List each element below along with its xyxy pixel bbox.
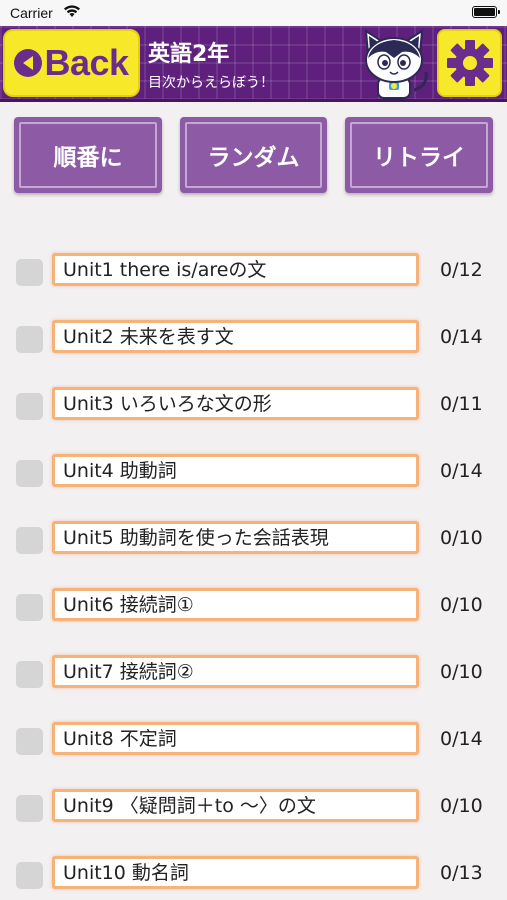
order-mode-button[interactable]: 順番に: [14, 117, 162, 193]
list-item: Unit9 〈疑問詞＋to 〜〉の文 0/10: [0, 789, 507, 829]
unit-title-button[interactable]: Unit5 助動詞を使った会話表現: [52, 521, 419, 554]
list-item: Unit8 不定詞 0/14: [0, 722, 507, 762]
unit-title-button[interactable]: Unit1 there is/areの文: [52, 253, 419, 286]
unit-checkbox[interactable]: [16, 326, 43, 353]
settings-button[interactable]: [437, 29, 502, 97]
unit-score: 0/11: [440, 393, 483, 415]
header-bar: Back 英語2年 目次からえらぼう！: [0, 26, 507, 102]
list-item: Unit4 助動詞 0/14: [0, 454, 507, 494]
list-item: Unit10 動名詞 0/13: [0, 856, 507, 896]
unit-score: 0/10: [440, 527, 483, 549]
list-item: Unit7 接続詞② 0/10: [0, 655, 507, 695]
unit-checkbox[interactable]: [16, 594, 43, 621]
random-mode-label: ランダム: [207, 145, 300, 171]
unit-title-button[interactable]: Unit2 未来を表す文: [52, 320, 419, 353]
unit-title-button[interactable]: Unit4 助動詞: [52, 454, 419, 487]
unit-score: 0/10: [440, 594, 483, 616]
unit-checkbox[interactable]: [16, 460, 43, 487]
list-item: Unit5 助動詞を使った会話表現 0/10: [0, 521, 507, 561]
unit-checkbox[interactable]: [16, 728, 43, 755]
wifi-icon: [64, 5, 80, 17]
battery-icon: [472, 6, 500, 18]
unit-checkbox[interactable]: [16, 661, 43, 688]
back-button[interactable]: Back: [3, 29, 140, 97]
page-subtitle: 目次からえらぼう！: [148, 75, 274, 91]
gear-icon: [446, 40, 493, 86]
random-mode-button[interactable]: ランダム: [180, 117, 327, 193]
unit-title-button[interactable]: Unit3 いろいろな文の形: [52, 387, 419, 420]
list-item: Unit2 未来を表す文 0/14: [0, 320, 507, 360]
unit-score: 0/12: [440, 259, 483, 281]
retry-mode-button[interactable]: リトライ: [345, 117, 493, 193]
list-item: Unit3 いろいろな文の形 0/11: [0, 387, 507, 427]
list-item: Unit6 接続詞① 0/10: [0, 588, 507, 628]
unit-title-button[interactable]: Unit8 不定詞: [52, 722, 419, 755]
unit-title-button[interactable]: Unit9 〈疑問詞＋to 〜〉の文: [52, 789, 419, 822]
unit-score: 0/14: [440, 326, 483, 348]
unit-checkbox[interactable]: [16, 259, 43, 286]
list-item: Unit1 there is/areの文 0/12: [0, 253, 507, 293]
arrow-left-icon: [14, 49, 43, 77]
unit-score: 0/14: [440, 460, 483, 482]
back-button-label: Back: [44, 42, 129, 83]
unit-checkbox[interactable]: [16, 527, 43, 554]
unit-checkbox[interactable]: [16, 795, 43, 822]
unit-score: 0/10: [440, 795, 483, 817]
carrier-label: Carrier: [10, 5, 53, 21]
order-mode-label: 順番に: [53, 145, 123, 171]
unit-checkbox[interactable]: [16, 862, 43, 889]
unit-score: 0/13: [440, 862, 483, 884]
unit-title-button[interactable]: Unit10 動名詞: [52, 856, 419, 889]
page-title: 英語2年: [148, 42, 230, 67]
status-bar: Carrier: [0, 0, 507, 26]
cat-mascot-icon: [364, 29, 428, 99]
unit-score: 0/14: [440, 728, 483, 750]
unit-title-button[interactable]: Unit6 接続詞①: [52, 588, 419, 621]
unit-score: 0/10: [440, 661, 483, 683]
unit-title-button[interactable]: Unit7 接続詞②: [52, 655, 419, 688]
retry-mode-label: リトライ: [373, 145, 465, 171]
unit-checkbox[interactable]: [16, 393, 43, 420]
